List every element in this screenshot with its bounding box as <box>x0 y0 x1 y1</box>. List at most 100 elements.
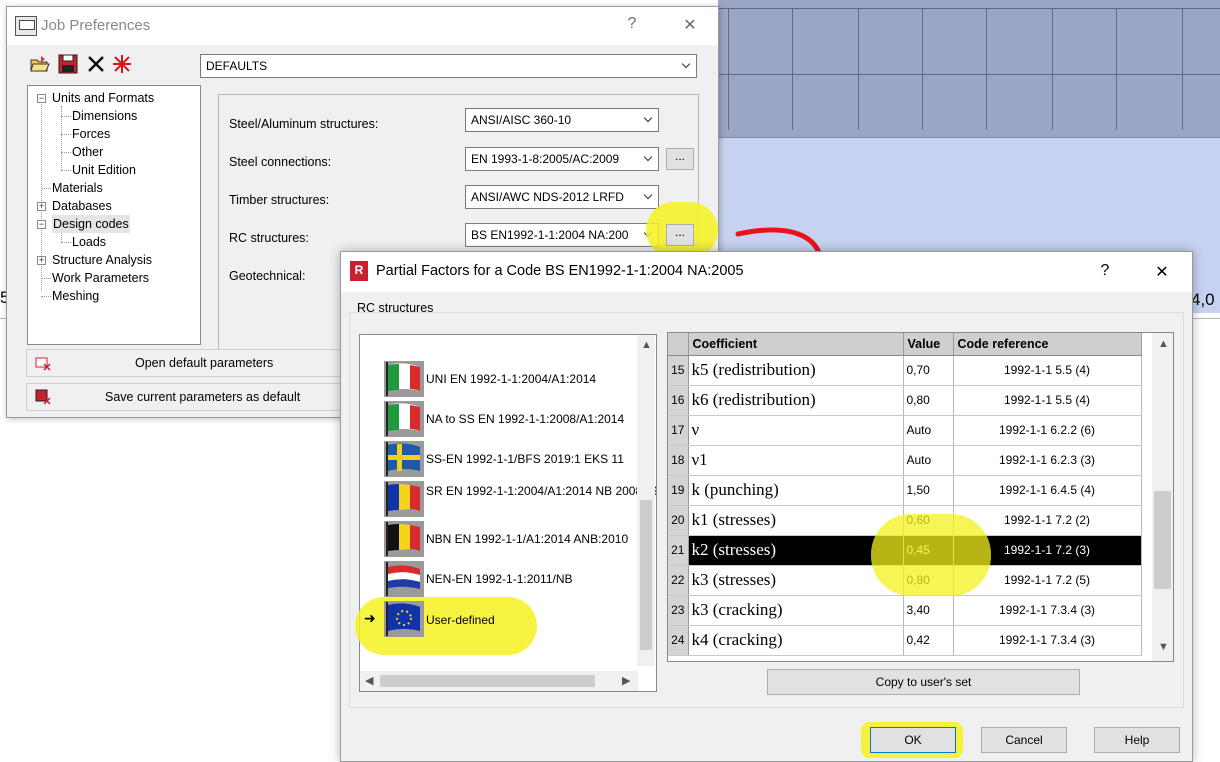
scroll-thumb[interactable] <box>640 500 652 650</box>
cancel-button[interactable]: Cancel <box>981 727 1067 753</box>
table-row[interactable]: 19 k (punching) 1,50 1992-1-1 6.4.5 (4) <box>668 475 1142 506</box>
open-default-parameters-button[interactable]: Open default parameters <box>26 349 346 377</box>
job-preferences-titlebar[interactable]: Job Preferences ? ✕ <box>7 7 718 45</box>
rc-structures-options-button[interactable]: ... <box>666 224 694 246</box>
eu-flag-icon <box>384 601 424 637</box>
timber-structures-select[interactable]: ANSI/AWC NDS-2012 LRFD <box>465 185 659 209</box>
code-label: SS-EN 1992-1-1/BFS 2019:1 EKS 11 <box>426 452 624 466</box>
tree-item-units-and-formats[interactable]: Units and Formats <box>52 89 154 107</box>
coefficient-cell: k (punching) <box>688 475 904 506</box>
close-window-button[interactable]: ✕ <box>678 15 702 35</box>
code-list-vertical-scrollbar[interactable]: ▲ <box>637 335 655 666</box>
tree-item-forces[interactable]: Forces <box>72 125 110 143</box>
save-default-label: Save current parameters as default <box>105 390 301 404</box>
open-defaults-icon <box>35 357 51 371</box>
steel-connections-select[interactable]: EN 1993-1-8:2005/AC:2009 <box>465 147 659 171</box>
row-number: 15 <box>668 355 689 386</box>
column-header-value[interactable]: Value <box>903 333 954 356</box>
preset-select[interactable]: DEFAULTS <box>200 54 697 78</box>
table-row[interactable]: 24 k4 (cracking) 0,42 1992-1-1 7.3.4 (3) <box>668 625 1142 656</box>
preferences-tree[interactable]: − + − + Units and Formats Dimensions For… <box>27 85 201 345</box>
code-label: NEN-EN 1992-1-1:2011/NB <box>426 572 573 586</box>
copy-to-users-set-button[interactable]: Copy to user's set <box>767 669 1080 695</box>
tree-item-structure-analysis[interactable]: Structure Analysis <box>52 251 152 269</box>
tree-item-loads[interactable]: Loads <box>72 233 106 251</box>
save-as-default-button[interactable]: Save current parameters as default <box>26 383 346 411</box>
scroll-right-icon[interactable]: ▶ <box>622 674 630 687</box>
row-number: 23 <box>668 595 689 626</box>
value-cell[interactable]: 0,42 <box>903 625 954 656</box>
chevron-down-icon <box>643 113 653 123</box>
window-title: Job Preferences <box>41 17 151 34</box>
tree-item-dimensions[interactable]: Dimensions <box>72 107 137 125</box>
partial-factors-titlebar[interactable]: R Partial Factors for a Code BS EN1992-1… <box>341 252 1192 292</box>
reset-icon[interactable] <box>111 53 133 75</box>
scroll-left-icon[interactable]: ◀ <box>365 674 373 687</box>
value-cell[interactable]: 3,40 <box>903 595 954 626</box>
code-reference-cell: 1992-1-1 5.5 (4) <box>953 355 1142 386</box>
scroll-up-icon[interactable]: ▲ <box>641 339 652 351</box>
table-row[interactable]: 15 k5 (redistribution) 0,70 1992-1-1 5.5 (4… <box>668 355 1142 386</box>
code-list-horizontal-scrollbar[interactable]: ◀ ▶ <box>360 671 638 691</box>
help-title-button[interactable]: ? <box>1093 262 1117 280</box>
netherlands-flag-icon <box>384 561 424 597</box>
list-item[interactable]: UNI EN 1992-1-1:2004/A1:2014 <box>360 359 638 399</box>
scroll-thumb[interactable] <box>380 675 595 687</box>
grid-vertical-scrollbar[interactable]: ▲ ▼ <box>1152 333 1173 661</box>
collapse-icon[interactable]: − <box>37 94 46 103</box>
tree-item-databases[interactable]: Databases <box>52 197 112 215</box>
table-row[interactable]: 17 ν Auto 1992-1-1 6.2.2 (6) <box>668 415 1142 446</box>
table-row[interactable]: 16 k6 (redistribution) 0,80 1992-1-1 5.5 (4… <box>668 385 1142 416</box>
list-item-user-defined[interactable]: ➜ User-defined <box>360 599 638 639</box>
open-folder-icon[interactable] <box>29 53 51 75</box>
coefficient-cell: k1 (stresses) <box>688 505 904 536</box>
timber-structures-value: ANSI/AWC NDS-2012 LRFD <box>471 190 624 204</box>
collapse-icon[interactable]: − <box>37 220 46 229</box>
scroll-thumb[interactable] <box>1154 491 1171 589</box>
help-title-button[interactable]: ? <box>620 15 644 33</box>
steel-structures-select[interactable]: ANSI/AISC 360-10 <box>465 108 659 132</box>
delete-icon[interactable] <box>85 53 107 75</box>
expand-icon[interactable]: + <box>37 202 46 211</box>
coefficients-grid[interactable]: Coefficient Value Code reference 15 k5 (r… <box>667 332 1174 662</box>
value-cell[interactable]: Auto <box>903 415 954 446</box>
table-row[interactable]: 23 k3 (cracking) 3,40 1992-1-1 7.3.4 (3) <box>668 595 1142 626</box>
tree-item-other[interactable]: Other <box>72 143 103 161</box>
scroll-down-icon[interactable]: ▼ <box>1158 641 1169 653</box>
code-reference-cell: 1992-1-1 7.3.4 (3) <box>953 595 1142 626</box>
list-item[interactable]: NBN EN 1992-1-1/A1:2014 ANB:2010 <box>360 519 638 559</box>
tree-item-meshing[interactable]: Meshing <box>52 287 99 305</box>
save-icon[interactable] <box>57 53 79 75</box>
coefficients-table: Coefficient Value Code reference 15 k5 (r… <box>668 333 1142 656</box>
steel-connections-label: Steel connections: <box>229 155 332 169</box>
save-defaults-icon <box>35 389 51 405</box>
list-item[interactable]: NA to SS EN 1992-1-1:2008/A1:2014 <box>360 399 638 439</box>
table-row[interactable]: 18 ν1 Auto 1992-1-1 6.2.3 (3) <box>668 445 1142 476</box>
tree-item-design-codes[interactable]: Design codes <box>52 215 130 233</box>
help-button[interactable]: Help <box>1094 727 1180 753</box>
row-number: 16 <box>668 385 689 416</box>
value-cell[interactable]: 1,50 <box>903 475 954 506</box>
rc-structures-select[interactable]: BS EN1992-1-1:2004 NA:200 <box>465 223 659 247</box>
column-header-code-reference[interactable]: Code reference <box>953 333 1142 356</box>
list-item[interactable]: SS-EN 1992-1-1/BFS 2019:1 EKS 11 <box>360 439 638 479</box>
close-dialog-button[interactable]: ✕ <box>1150 262 1174 282</box>
scroll-up-icon[interactable]: ▲ <box>1158 338 1169 350</box>
list-item[interactable]: SR EN 1992-1-1:2004/A1:2014 NB 2008/A91:… <box>360 479 656 519</box>
row-number: 22 <box>668 565 689 596</box>
column-header-coefficient[interactable]: Coefficient <box>688 333 904 356</box>
value-cell[interactable]: 0,70 <box>903 355 954 386</box>
value-cell[interactable]: Auto <box>903 445 954 476</box>
steel-connections-options-button[interactable]: ... <box>666 148 694 170</box>
code-label: User-defined <box>426 613 495 627</box>
ok-button[interactable]: OK <box>870 727 956 753</box>
app-window-icon <box>15 16 37 36</box>
value-cell[interactable]: 0,80 <box>903 385 954 416</box>
expand-icon[interactable]: + <box>37 256 46 265</box>
tree-item-unit-edition[interactable]: Unit Edition <box>72 161 136 179</box>
belgium-flag-icon <box>384 521 424 557</box>
preset-value: DEFAULTS <box>206 59 268 73</box>
list-item[interactable]: NEN-EN 1992-1-1:2011/NB <box>360 559 638 599</box>
tree-item-materials[interactable]: Materials <box>52 179 103 197</box>
tree-item-work-parameters[interactable]: Work Parameters <box>52 269 149 287</box>
